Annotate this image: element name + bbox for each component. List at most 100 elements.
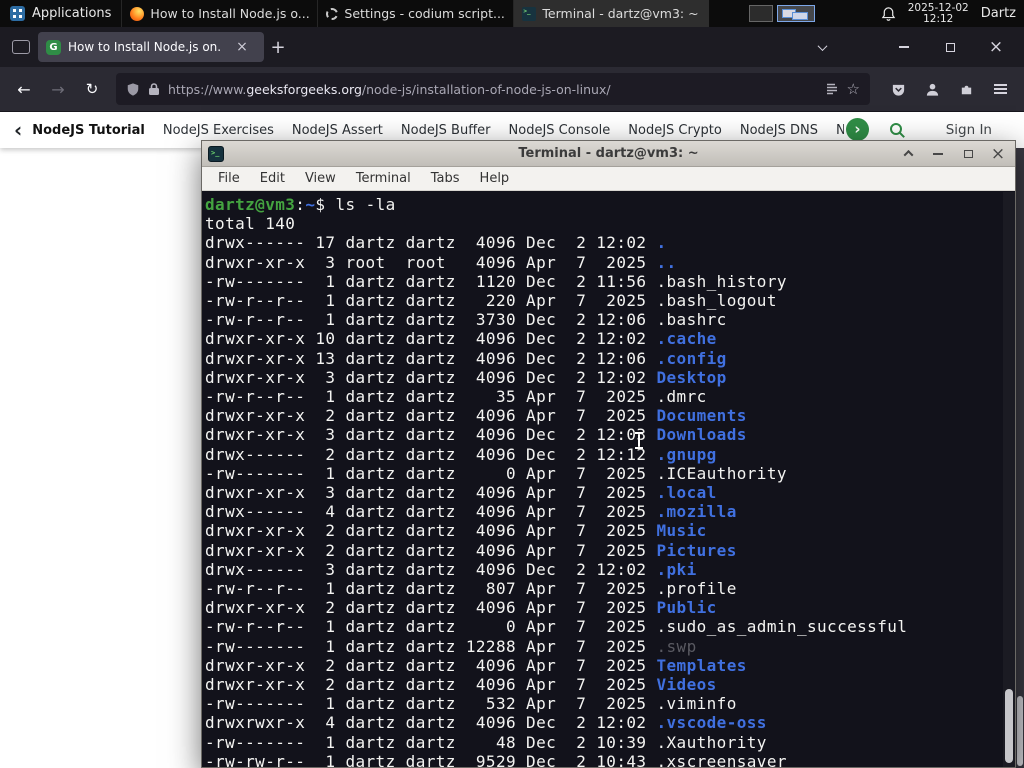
terminal-window: Terminal - dartz@vm3: ~ FileEditViewTerm… [201, 140, 1016, 768]
gfg-favicon [46, 39, 61, 55]
terminal-icon [208, 145, 224, 162]
gfg-nav-item[interactable]: NodeJS Exercises [163, 123, 274, 138]
terminal-ls-row: drwxr-xr-x 3 dartz dartz 4096 Dec 2 12:0… [205, 425, 747, 445]
page-scrollbar[interactable] [1016, 148, 1024, 768]
panel-tasklist: How to Install Node.js o... Settings - c… [121, 0, 710, 27]
top-panel: Applications How to Install Node.js o...… [0, 0, 1024, 27]
url-bar[interactable]: https://www.geeksforgeeks.org/node-js/in… [116, 73, 870, 105]
terminal-ls-row: drwx------ 17 dartz dartz 4096 Dec 2 12:… [205, 233, 667, 253]
browser-tab[interactable]: How to Install Node.js on... [38, 32, 264, 62]
workspace-1[interactable] [777, 5, 816, 22]
browser-toolbar: https://www.geeksforgeeks.org/node-js/in… [0, 67, 1024, 112]
terminal-ls-row: drwxr-xr-x 10 dartz dartz 4096 Dec 2 12:… [205, 329, 717, 349]
gfg-nav-item[interactable]: NodeJS Assert [292, 123, 383, 138]
session-user-menu[interactable]: Dartz [981, 6, 1016, 21]
terminal-menu-file[interactable]: File [208, 171, 250, 186]
terminal-menu-view[interactable]: View [295, 171, 346, 186]
terminal-ls-row: -rw-r--r-- 1 dartz dartz 0 Apr 7 2025 .s… [205, 617, 908, 637]
tracking-shield-icon[interactable] [126, 82, 140, 97]
terminal-scrollbar-thumb[interactable] [1005, 689, 1013, 763]
reload-button[interactable] [76, 73, 108, 105]
terminal-ls-row: drwx------ 4 dartz dartz 4096 Apr 7 2025… [205, 502, 737, 522]
gfg-nav-item[interactable]: Node [836, 123, 844, 138]
workspace-2[interactable] [749, 5, 774, 22]
terminal-ls-row: -rw------- 1 dartz dartz 0 Apr 7 2025 .I… [205, 463, 787, 483]
forward-button[interactable] [42, 73, 74, 105]
panel-task-button[interactable]: Settings - codium script... [317, 0, 513, 27]
notification-bell-icon[interactable] [881, 6, 896, 22]
gfg-back-chevron-icon[interactable] [14, 118, 22, 142]
terminal-ls-row: -rw------- 1 dartz dartz 48 Dec 2 10:39 … [205, 732, 767, 752]
terminal-ls-row: drwxr-xr-x 3 dartz dartz 4096 Apr 7 2025… [205, 483, 717, 503]
terminal-ls-row: drwxrwxr-x 4 dartz dartz 4096 Dec 2 12:0… [205, 713, 767, 733]
terminal-ls-row: -rw------- 1 dartz dartz 12288 Apr 7 202… [205, 636, 697, 656]
terminal-ls-row: -rw-rw-r-- 1 dartz dartz 9529 Dec 2 10:4… [205, 751, 787, 767]
terminal-ls-row: drwxr-xr-x 2 dartz dartz 4096 Apr 7 2025… [205, 540, 737, 560]
terminal-ls-row: drwxr-xr-x 2 dartz dartz 4096 Apr 7 2025… [205, 598, 717, 618]
terminal-total-line: total 140 [205, 214, 296, 234]
terminal-ls-row: -rw-r--r-- 1 dartz dartz 807 Apr 7 2025 … [205, 579, 737, 599]
extensions-icon[interactable] [950, 73, 982, 105]
account-icon[interactable] [916, 73, 948, 105]
lock-icon [148, 82, 160, 96]
firefox-view-icon[interactable] [12, 40, 30, 54]
terminal-ls-row: -rw-r--r-- 1 dartz dartz 220 Apr 7 2025 … [205, 291, 777, 311]
gfg-scroll-next-button[interactable] [846, 118, 869, 141]
terminal-ls-row: drwx------ 2 dartz dartz 4096 Dec 2 12:1… [205, 444, 717, 464]
menu-hamburger-icon[interactable] [984, 73, 1016, 105]
gfg-nav-item[interactable]: NodeJS Buffer [401, 123, 491, 138]
terminal-menu-edit[interactable]: Edit [250, 171, 295, 186]
terminal-ls-row: -rw------- 1 dartz dartz 1120 Dec 2 11:5… [205, 271, 787, 291]
search-icon[interactable] [888, 121, 906, 139]
terminal-output: dartz@vm3:~$ ls -la total 140 drwx------ 1… [205, 195, 1015, 767]
tab-close-button[interactable] [228, 33, 256, 61]
terminal-titlebar[interactable]: Terminal - dartz@vm3: ~ [202, 141, 1015, 167]
terminal-prompt-line: dartz@vm3:~$ ls -la [205, 195, 396, 214]
gear-icon [326, 7, 339, 20]
workspace-pager[interactable] [745, 5, 816, 22]
browser-tab-bar: How to Install Node.js on... [0, 27, 1024, 67]
panel-clock[interactable]: 2025-12-02 12:12 [907, 1, 969, 25]
list-all-tabs-chevron-icon[interactable] [808, 33, 836, 61]
terminal-ls-row: drwx------ 3 dartz dartz 4096 Dec 2 12:0… [205, 559, 697, 579]
pocket-icon[interactable] [882, 73, 914, 105]
terminal-ls-row: drwxr-xr-x 2 dartz dartz 4096 Apr 7 2025… [205, 655, 747, 675]
bookmark-star-icon[interactable] [847, 80, 860, 98]
gfg-nav-item[interactable]: NodeJS Crypto [628, 123, 722, 138]
terminal-window-controls [901, 147, 1009, 161]
terminal-menu-terminal[interactable]: Terminal [346, 171, 421, 186]
sign-in-button[interactable]: Sign In [946, 122, 992, 138]
applications-menu-button[interactable]: Applications [0, 0, 121, 27]
terminal-ls-row: drwxr-xr-x 2 dartz dartz 4096 Apr 7 2025… [205, 675, 717, 695]
gfg-nav-item[interactable]: NodeJS Tutorial [32, 123, 145, 138]
terminal-icon [522, 6, 537, 21]
panel-task-button[interactable]: How to Install Node.js o... [121, 0, 317, 27]
panel-status-area: 2025-12-02 12:12 Dartz [881, 1, 1024, 25]
terminal-menu-help[interactable]: Help [470, 171, 520, 186]
close-button[interactable] [991, 147, 1005, 161]
maximize-button[interactable] [961, 147, 975, 161]
firefox-icon [130, 6, 145, 21]
clock-date: 2025-12-02 [907, 1, 969, 14]
gfg-nav-item[interactable]: NodeJS DNS [740, 123, 818, 138]
panel-task-button[interactable]: Terminal - dartz@vm3: ~ [513, 0, 710, 27]
gfg-nav-item[interactable]: NodeJS Console [509, 123, 611, 138]
back-button[interactable] [8, 73, 40, 105]
shade-button[interactable] [901, 147, 915, 161]
terminal-scrollbar[interactable] [1003, 192, 1015, 767]
terminal-ls-row: drwxr-xr-x 3 dartz dartz 4096 Dec 2 12:0… [205, 367, 727, 387]
terminal-menubar: File Edit View Terminal Tabs Help [202, 167, 1015, 191]
new-tab-button[interactable] [264, 33, 292, 61]
url-text: https://www.geeksforgeeks.org/node-js/in… [168, 81, 611, 97]
terminal-menu-tabs[interactable]: Tabs [421, 171, 470, 186]
applications-icon [10, 6, 25, 21]
browser-close-button[interactable] [982, 33, 1010, 61]
terminal-ls-row: -rw------- 1 dartz dartz 532 Apr 7 2025 … [205, 694, 737, 714]
minimize-button[interactable] [931, 147, 945, 161]
mouse-cursor [635, 432, 643, 449]
terminal-screen[interactable]: dartz@vm3:~$ ls -la total 140 drwx------ 1… [202, 192, 1015, 767]
terminal-ls-row: -rw-r--r-- 1 dartz dartz 3730 Dec 2 12:0… [205, 310, 727, 330]
reader-view-icon[interactable] [825, 82, 839, 96]
browser-restore-button[interactable] [936, 33, 964, 61]
browser-minimize-button[interactable] [890, 33, 918, 61]
